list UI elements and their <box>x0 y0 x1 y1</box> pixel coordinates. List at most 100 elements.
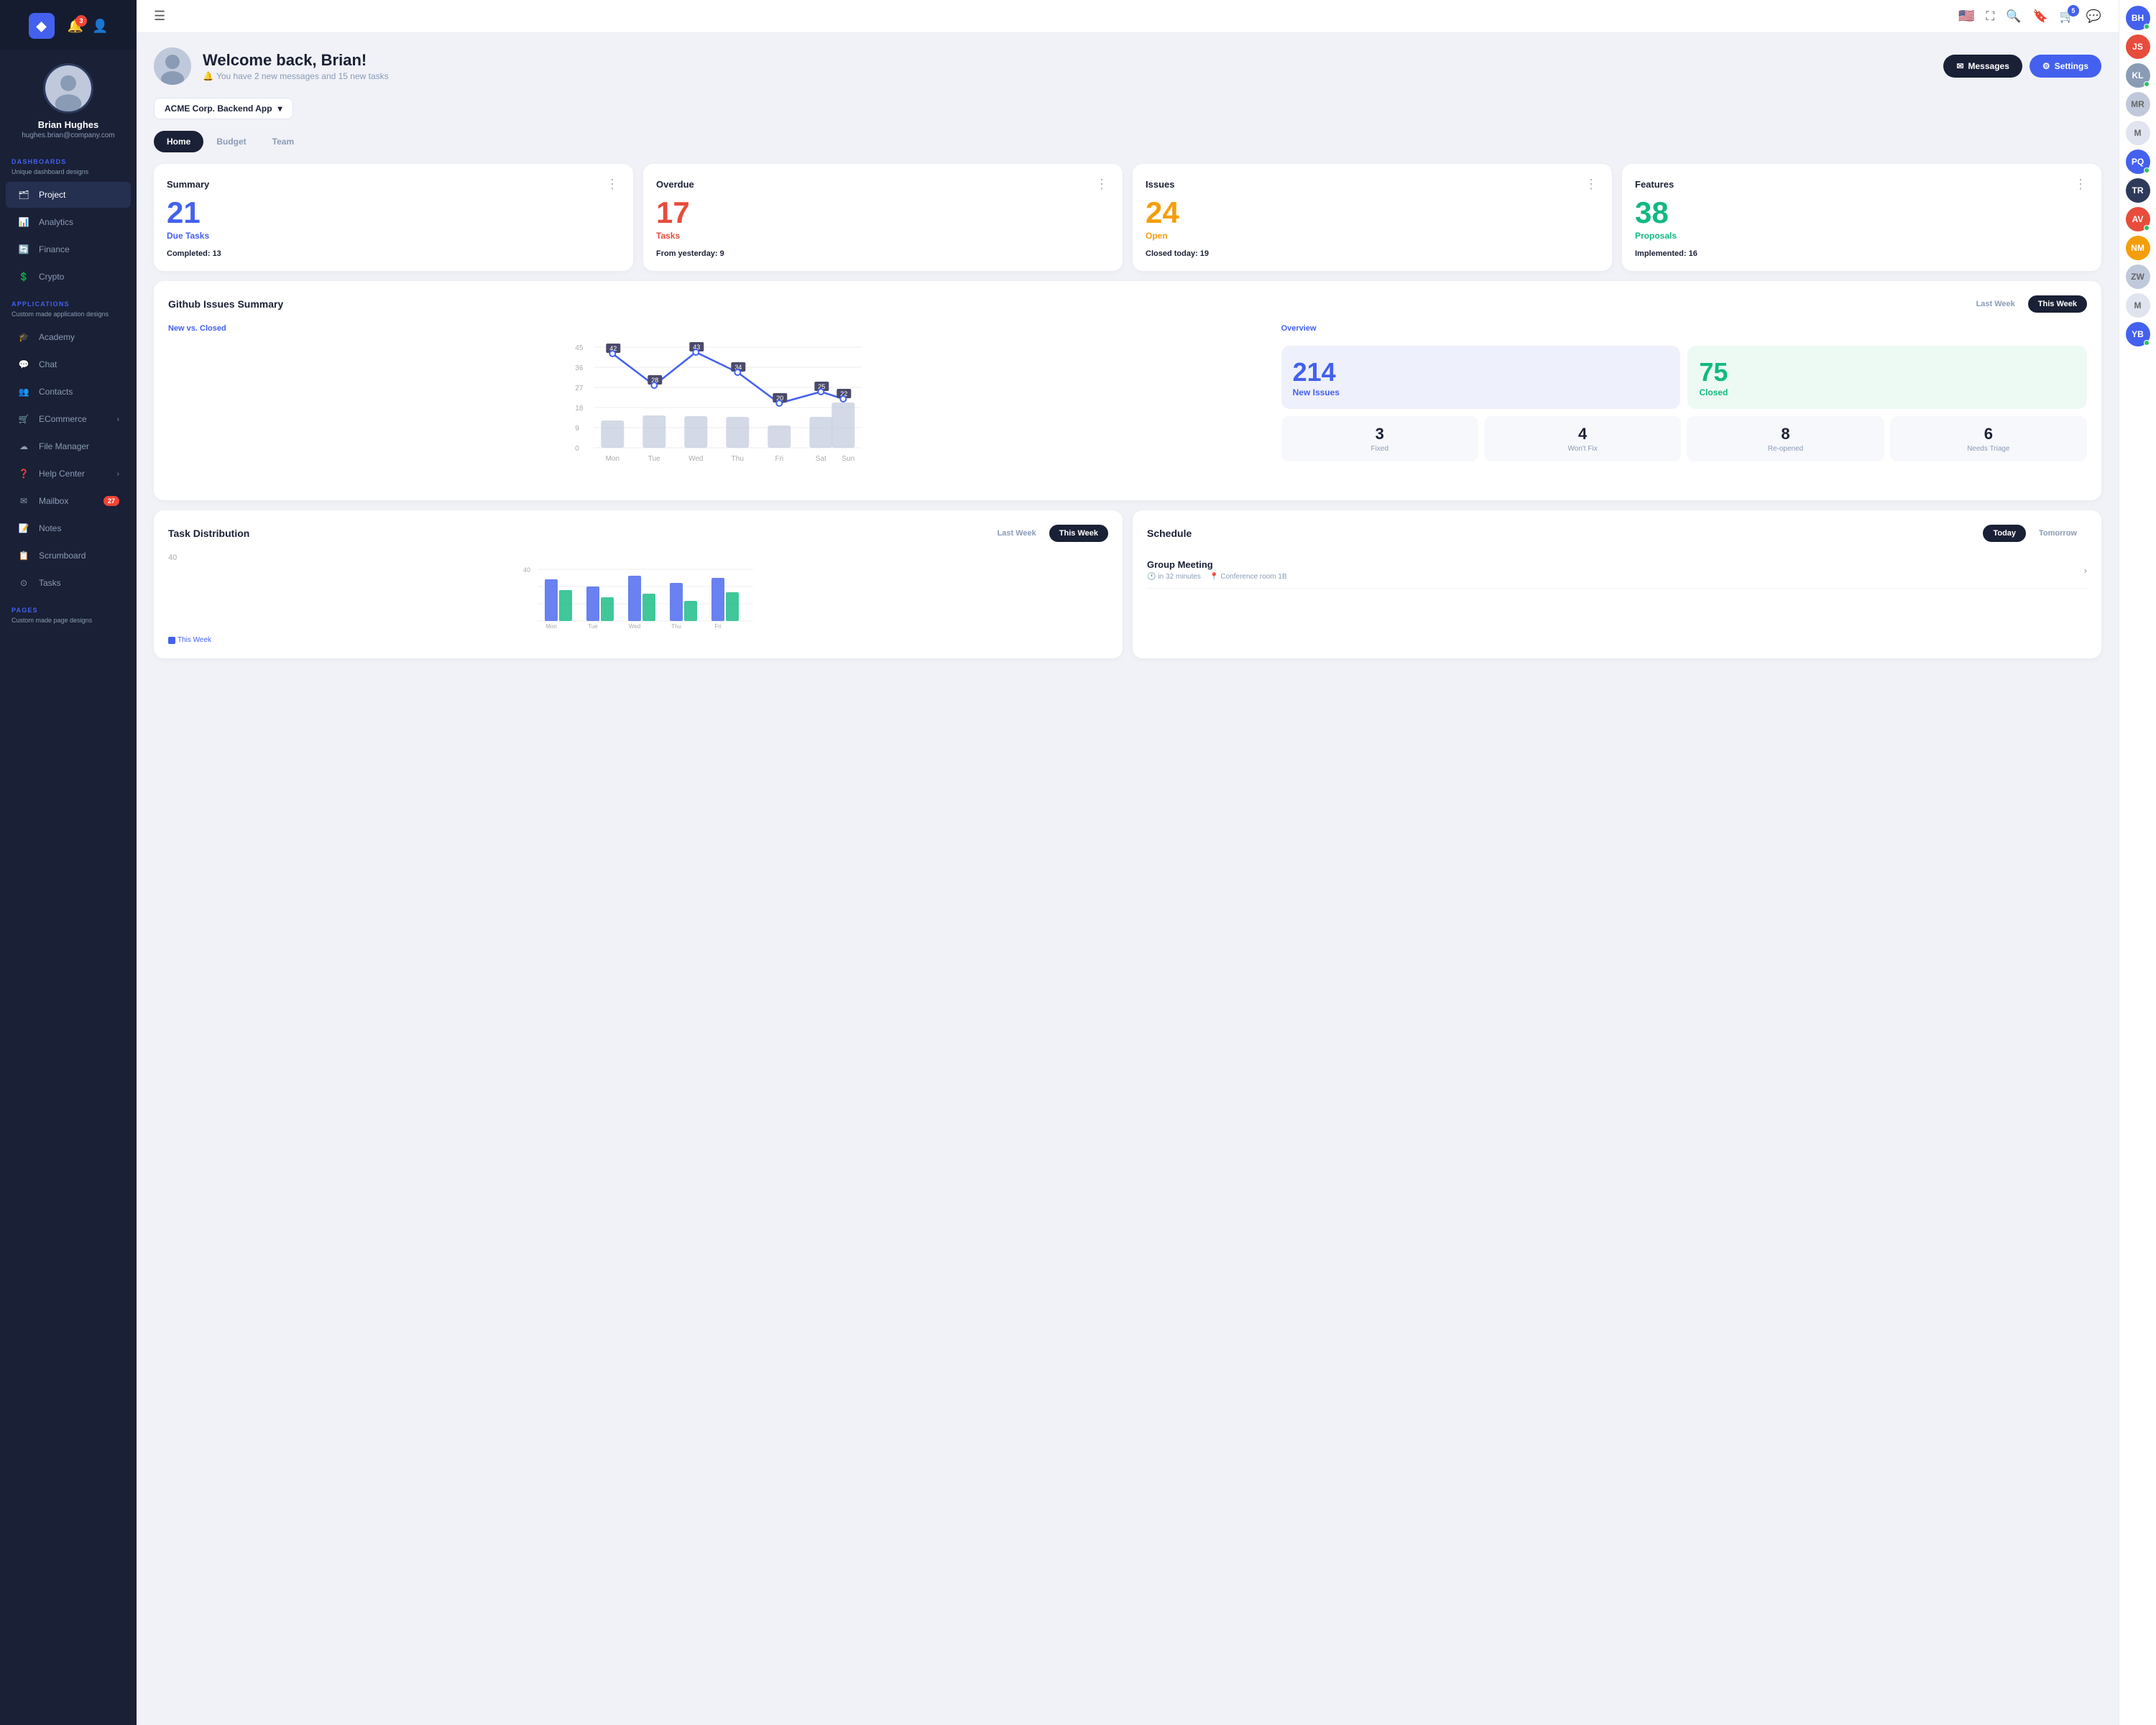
features-card-label: Proposals <box>1635 231 2088 241</box>
summary-card-menu-icon[interactable]: ⋮ <box>606 177 620 192</box>
sidebar-item-project[interactable]: 🗂 Project <box>6 182 131 208</box>
github-section-title: Github Issues Summary <box>168 298 283 310</box>
messages-button[interactable]: ✉ Messages <box>1943 55 2022 78</box>
task-this-week-btn[interactable]: This Week <box>1049 525 1108 542</box>
user-circle-icon[interactable]: 👤 <box>92 19 108 34</box>
app-logo[interactable]: ◆ <box>29 13 55 39</box>
event-arrow-0[interactable]: › <box>2084 565 2087 576</box>
tab-home[interactable]: Home <box>154 131 203 152</box>
right-avatar-11[interactable]: YB <box>2126 322 2150 346</box>
pages-section-label: PAGES <box>0 597 137 617</box>
sidebar-item-notes[interactable]: 📝 Notes <box>6 515 131 541</box>
sidebar-item-mailbox[interactable]: ✉ Mailbox 27 <box>6 488 131 514</box>
stat-fixed-number: 3 <box>1376 425 1384 443</box>
dashboards-section-sub: Unique dashboard designs <box>0 168 137 181</box>
bookmark-icon[interactable]: 🔖 <box>2032 9 2047 24</box>
notification-bell[interactable]: 🔔 3 <box>68 19 83 34</box>
github-this-week-btn[interactable]: This Week <box>2028 295 2087 313</box>
svg-text:36: 36 <box>575 364 584 372</box>
sidebar-item-tasks[interactable]: ⊙ Tasks <box>6 570 131 596</box>
closed-issues-number: 75 <box>1699 357 1728 387</box>
sidebar-item-finance[interactable]: 🔄 Finance <box>6 236 131 262</box>
issues-card-header: Issues ⋮ <box>1146 177 1599 192</box>
right-avatar-6[interactable]: TR <box>2126 178 2150 203</box>
sidebar: ◆ 🔔 3 👤 Brian Hughes hughes.brian@compan… <box>0 0 137 1725</box>
sidebar-item-scrumboard[interactable]: 📋 Scrumboard <box>6 543 131 569</box>
welcome-text: Welcome back, Brian! 🔔 You have 2 new me… <box>203 51 389 81</box>
right-avatar-1[interactable]: JS <box>2126 34 2150 59</box>
svg-text:18: 18 <box>575 405 584 413</box>
task-distribution-section: Task Distribution Last Week This Week 40… <box>154 510 1123 658</box>
settings-button[interactable]: ⚙ Settings <box>2030 55 2101 78</box>
schedule-tomorrow-btn[interactable]: Tomorrow <box>2029 525 2087 542</box>
scrumboard-icon: 📋 <box>17 549 30 562</box>
right-avatar-5[interactable]: PQ <box>2126 150 2150 174</box>
project-selector[interactable]: ACME Corp. Backend App ▾ <box>154 98 293 119</box>
chat-topnav-icon[interactable]: 💬 <box>2086 9 2101 24</box>
sidebar-item-chat[interactable]: 💬 Chat <box>6 351 131 377</box>
sidebar-label-notes: Notes <box>39 523 61 533</box>
right-avatar-3[interactable]: MR <box>2126 92 2150 116</box>
overdue-card-menu-icon[interactable]: ⋮ <box>1095 177 1110 192</box>
tab-budget[interactable]: Budget <box>203 131 259 152</box>
overview-label: Overview <box>1281 324 2087 333</box>
task-dist-bar-label: 40 <box>168 553 177 562</box>
stat-needs-triage-label: Needs Triage <box>1967 445 2009 453</box>
svg-text:Thu: Thu <box>671 623 681 630</box>
right-avatar-0[interactable]: BH <box>2126 6 2150 30</box>
right-avatar-4[interactable]: M <box>2126 121 2150 145</box>
right-panel: BH JS KL MR M PQ TR AV NM ZW M YB <box>2119 0 2156 1725</box>
menu-icon[interactable]: ☰ <box>154 9 165 24</box>
svg-text:9: 9 <box>575 425 579 433</box>
sidebar-item-filemanager[interactable]: ☁ File Manager <box>6 433 131 459</box>
flag-icon[interactable]: 🇺🇸 <box>1958 9 1974 24</box>
features-card-menu-icon[interactable]: ⋮ <box>2074 177 2088 192</box>
overdue-card-sub: From yesterday: 9 <box>656 249 1110 258</box>
sidebar-item-analytics[interactable]: 📊 Analytics <box>6 209 131 235</box>
sidebar-item-helpcenter[interactable]: ❓ Help Center › <box>6 461 131 487</box>
sidebar-label-filemanager: File Manager <box>39 441 89 451</box>
event-location-0: 📍 Conference room 1B <box>1210 573 1287 581</box>
tab-team[interactable]: Team <box>259 131 307 152</box>
main-content: ☰ 🇺🇸 ⛶ 🔍 🔖 🛒 5 💬 W <box>137 0 2119 1725</box>
event-meta-0: 🕐 in 32 minutes 📍 Conference room 1B <box>1147 573 1287 581</box>
cart-icon[interactable]: 🛒 5 <box>2060 9 2075 24</box>
stat-wont-fix: 4 Won't Fix <box>1484 416 1681 461</box>
issues-card-menu-icon[interactable]: ⋮ <box>1585 177 1599 192</box>
finance-icon: 🔄 <box>17 243 30 256</box>
github-toggle-group: Last Week This Week <box>1966 295 2087 313</box>
event-time-0: 🕐 in 32 minutes <box>1147 573 1201 581</box>
task-last-week-btn[interactable]: Last Week <box>987 525 1046 542</box>
sidebar-item-academy[interactable]: 🎓 Academy <box>6 324 131 350</box>
search-icon[interactable]: 🔍 <box>2006 9 2021 24</box>
right-avatar-7[interactable]: AV <box>2126 207 2150 231</box>
schedule-today-btn[interactable]: Today <box>1983 525 2026 542</box>
applications-section-label: APPLICATIONS <box>0 290 137 310</box>
right-avatar-2[interactable]: KL <box>2126 63 2150 88</box>
task-dist-title: Task Distribution <box>168 528 249 539</box>
legend-this-week-color <box>168 637 175 644</box>
dashboards-section-label: DASHBOARDS <box>0 148 137 168</box>
right-avatar-10[interactable]: M <box>2126 293 2150 318</box>
svg-text:Tue: Tue <box>648 455 660 463</box>
right-avatar-9[interactable]: ZW <box>2126 264 2150 289</box>
right-avatar-8[interactable]: NM <box>2126 236 2150 260</box>
fullscreen-icon[interactable]: ⛶ <box>1986 9 1994 24</box>
closed-issues-label: Closed <box>1699 387 1728 397</box>
sidebar-label-analytics: Analytics <box>39 217 73 227</box>
github-last-week-btn[interactable]: Last Week <box>1966 295 2025 313</box>
sidebar-item-ecommerce[interactable]: 🛒 ECommerce › <box>6 406 131 432</box>
user-name: Brian Hughes <box>38 119 99 130</box>
svg-text:Fri: Fri <box>775 455 783 463</box>
stat-wont-fix-label: Won't Fix <box>1568 445 1598 453</box>
sidebar-item-crypto[interactable]: 💲 Crypto <box>6 264 131 290</box>
sidebar-item-contacts[interactable]: 👥 Contacts <box>6 379 131 405</box>
chat-icon: 💬 <box>17 358 30 371</box>
sidebar-label-tasks: Tasks <box>39 578 61 588</box>
academy-icon: 🎓 <box>17 331 30 344</box>
new-issues-number: 214 <box>1293 357 1336 387</box>
schedule-toggle-group: Today Tomorrow <box>1983 525 2087 542</box>
helpcenter-icon: ❓ <box>17 467 30 480</box>
chart-svg-wrap: 45 36 27 18 9 0 <box>168 340 1267 486</box>
features-card-number: 38 <box>1635 198 2088 228</box>
